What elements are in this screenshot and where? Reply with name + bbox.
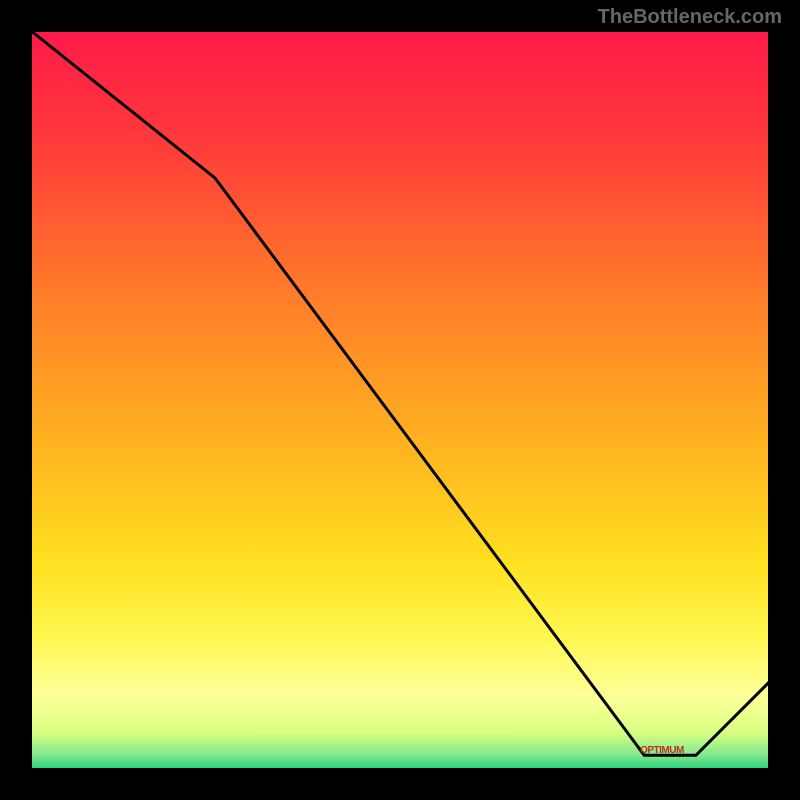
chart-line-curve xyxy=(30,30,770,770)
watermark-text: TheBottleneck.com xyxy=(598,6,782,29)
optimum-label: OPTIMUM xyxy=(640,745,684,756)
chart-plot-area: OPTIMUM xyxy=(30,30,770,770)
